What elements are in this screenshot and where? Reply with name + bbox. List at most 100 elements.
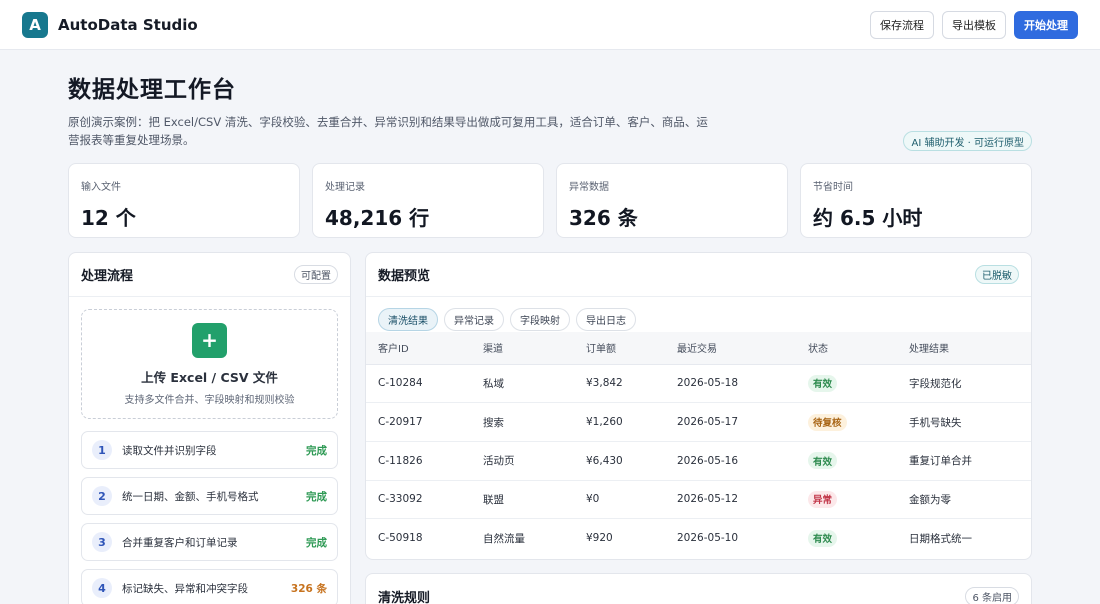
cell-date: 2026-05-17: [665, 402, 796, 442]
table-header-row: 客户ID 渠道 订单额 最近交易 状态 处理结果: [366, 332, 1031, 365]
ai-badge: AI 辅助开发 · 可运行原型: [903, 131, 1032, 151]
cell-result: 日期格式统一: [909, 532, 972, 545]
cell-amount: ¥0: [574, 480, 665, 520]
page-title: 数据处理工作台: [68, 77, 236, 103]
status-badge: 待复核: [808, 413, 847, 431]
description-row: 原创演示案例：把 Excel/CSV 清洗、字段校验、去重合并、异常识别和结果导…: [68, 113, 1032, 151]
tab-export-log[interactable]: 导出日志: [576, 308, 636, 331]
cell-status: 有效: [796, 519, 897, 558]
stats-row: 输入文件 12 个 处理记录 48,216 行 异常数据 326 条 节省时间 …: [68, 163, 1032, 238]
start-processing-button[interactable]: 开始处理: [1014, 10, 1078, 39]
stat-card-records: 处理记录 48,216 行: [312, 163, 544, 238]
upload-title: 上传 Excel / CSV 文件: [141, 369, 278, 385]
tab-field-mapping[interactable]: 字段映射: [510, 308, 570, 331]
step-number: 3: [92, 532, 112, 552]
step-status: 完成: [306, 444, 327, 457]
cell-date: 2026-05-16: [665, 441, 796, 481]
rules-title: 清洗规则: [378, 590, 431, 604]
step-item[interactable]: 1 读取文件并识别字段 完成: [81, 431, 338, 469]
export-template-button[interactable]: 导出模板: [942, 10, 1006, 39]
save-flow-button[interactable]: 保存流程: [870, 10, 934, 39]
cell-channel: 联盟: [471, 480, 574, 520]
cell-date: 2026-05-10: [677, 532, 739, 545]
column-header[interactable]: 最近交易: [665, 332, 796, 365]
stat-value: 326 条: [569, 206, 638, 230]
table-row[interactable]: C-10284 私域 ¥3,842 2026-05-18 有效 字段规范化: [366, 364, 1031, 404]
cell-amount: ¥1,260: [574, 402, 665, 442]
cell-channel: 私域: [471, 364, 574, 404]
table-row[interactable]: C-50918 自然流量 ¥920 2026-05-10 有效 日期格式统一: [366, 519, 1031, 558]
cell-customer-id: C-50918: [378, 532, 423, 545]
cell-result: 字段规范化: [897, 364, 1031, 404]
lower-section: 处理流程 可配置 + 上传 Excel / CSV 文件 支持多文件合并、字段映…: [68, 252, 1032, 604]
step-status: 完成: [306, 490, 327, 503]
toolbar: 保存流程 导出模板 开始处理: [870, 10, 1078, 39]
step-number: 1: [92, 440, 112, 460]
rules-count-tag: 6 条启用: [965, 586, 1019, 604]
stat-value: 约 6.5 小时: [813, 206, 923, 230]
step-status: 326 条: [290, 582, 327, 595]
tab-clean-results[interactable]: 清洗结果: [378, 308, 438, 331]
stat-label: 异常数据: [569, 182, 609, 193]
step-item[interactable]: 3 合并重复客户和订单记录 完成: [81, 523, 338, 561]
step-number: 4: [92, 578, 112, 598]
preview-header: 数据预览 已脱敏: [366, 253, 1031, 297]
table-row[interactable]: C-20917 搜索 ¥1,260 2026-05-17 待复核 手机号缺失: [366, 402, 1031, 442]
column-header[interactable]: 客户ID: [366, 332, 471, 365]
cell-channel: 活动页: [471, 441, 574, 481]
preview-tabs: 清洗结果 异常记录 字段映射 导出日志: [366, 297, 1031, 332]
upload-subtitle: 支持多文件合并、字段映射和规则校验: [124, 394, 295, 406]
cell-status: 有效: [796, 364, 897, 404]
step-list: 1 读取文件并识别字段 完成 2 统一日期、金额、手机号格式 完成 3 合并重复…: [69, 419, 350, 604]
cell-customer-id: C-10284: [366, 364, 471, 404]
column-header[interactable]: 订单额: [574, 332, 665, 365]
stat-card-input-files: 输入文件 12 个: [68, 163, 300, 238]
cell-channel: 搜索: [471, 402, 574, 442]
cell-customer-id: C-33092: [366, 480, 471, 520]
stat-value: 48,216 行: [325, 206, 430, 230]
table-row[interactable]: C-11826 活动页 ¥6,430 2026-05-16 有效 重复订单合并: [366, 441, 1031, 481]
stat-label: 处理记录: [325, 182, 365, 193]
app-title: AutoData Studio: [58, 15, 198, 34]
stat-card-anomalies: 异常数据 326 条: [556, 163, 788, 238]
column-header[interactable]: 状态: [796, 332, 897, 365]
status-badge: 有效: [808, 529, 838, 547]
plus-icon[interactable]: +: [192, 322, 227, 358]
app-logo: A: [22, 11, 48, 38]
preview-title: 数据预览: [378, 269, 431, 284]
masked-tag: 已脱敏: [975, 265, 1019, 284]
cell-status: 有效: [796, 441, 897, 481]
cell-channel: 自然流量: [483, 532, 525, 545]
step-label: 统一日期、金额、手机号格式: [122, 490, 259, 503]
cell-date: 2026-05-18: [665, 364, 796, 404]
preview-table: 客户ID 渠道 订单额 最近交易 状态 处理结果 C-10284 私域 ¥3,8: [366, 332, 1031, 557]
stat-value: 12 个: [81, 206, 136, 230]
tab-anomaly-records[interactable]: 异常记录: [444, 308, 504, 331]
column-header[interactable]: 渠道: [471, 332, 574, 365]
cleaning-rules-card: 清洗规则 6 条启用: [365, 573, 1032, 604]
cell-customer-id: C-20917: [366, 402, 471, 442]
stat-label: 节省时间: [813, 182, 853, 193]
step-item[interactable]: 4 标记缺失、异常和冲突字段 326 条: [81, 569, 338, 604]
status-badge: 有效: [808, 452, 838, 470]
right-column: 数据预览 已脱敏 清洗结果 异常记录 字段映射 导出日志 客户ID 渠道 订单额: [365, 252, 1032, 604]
cell-date: 2026-05-12: [665, 480, 796, 520]
cell-amount: ¥920: [586, 532, 613, 545]
cell-result: 金额为零: [897, 480, 1031, 520]
workflow-card: 处理流程 可配置 + 上传 Excel / CSV 文件 支持多文件合并、字段映…: [68, 252, 351, 604]
configurable-tag: 可配置: [294, 265, 338, 284]
stat-card-time-saved: 节省时间 约 6.5 小时: [800, 163, 1032, 238]
step-item[interactable]: 2 统一日期、金额、手机号格式 完成: [81, 477, 338, 515]
top-bar: A AutoData Studio 保存流程 导出模板 开始处理: [0, 0, 1100, 50]
table-row[interactable]: C-33092 联盟 ¥0 2026-05-12 异常 金额为零: [366, 480, 1031, 520]
upload-dropzone[interactable]: + 上传 Excel / CSV 文件 支持多文件合并、字段映射和规则校验: [81, 309, 338, 419]
rules-header: 清洗规则 6 条启用: [366, 574, 1031, 604]
workflow-title: 处理流程: [81, 269, 134, 284]
step-status: 完成: [306, 536, 327, 549]
status-badge: 异常: [808, 490, 838, 508]
column-header[interactable]: 处理结果: [897, 332, 1031, 365]
cell-result: 手机号缺失: [897, 402, 1031, 442]
cell-status: 待复核: [796, 402, 897, 442]
step-label: 合并重复客户和订单记录: [122, 536, 238, 549]
step-label: 读取文件并识别字段: [122, 444, 217, 457]
